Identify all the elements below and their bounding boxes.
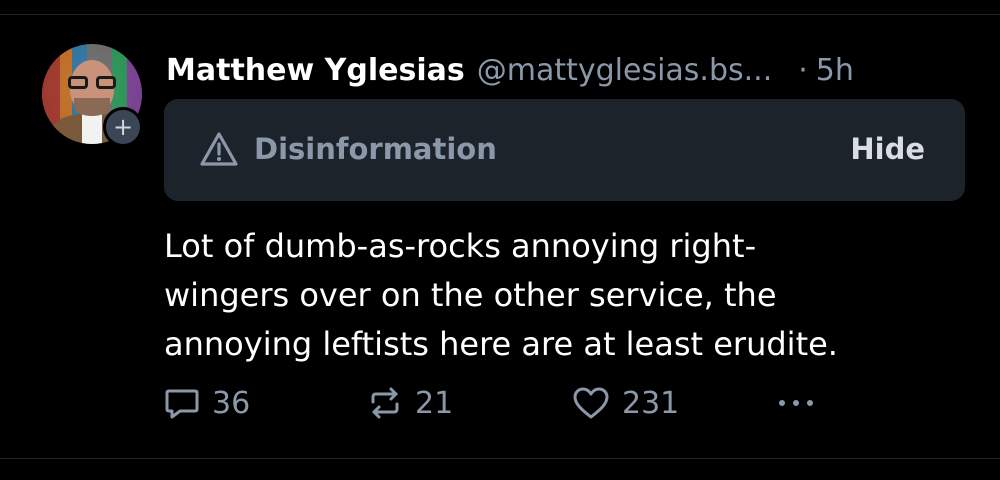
heart-icon	[573, 387, 609, 419]
like-button[interactable]: 231	[572, 380, 679, 426]
post-timestamp[interactable]: 5h	[816, 53, 854, 88]
follow-plus-button[interactable]: +	[103, 107, 143, 147]
warning-triangle-icon	[200, 132, 238, 166]
post-text-line: Lot of dumb-as-rocks annoying right-	[164, 227, 757, 265]
reply-icon	[165, 389, 199, 419]
post-body: Lot of dumb-as-rocks annoying right- win…	[164, 222, 964, 369]
top-divider	[0, 14, 1000, 15]
post-header: Matthew Yglesias @mattyglesias.bs... · 5…	[166, 48, 966, 92]
author-handle[interactable]: @mattyglesias.bs...	[477, 53, 773, 88]
post-actions: 36 21 231	[164, 380, 964, 426]
more-options-button[interactable]	[774, 380, 818, 426]
repost-icon	[371, 387, 399, 419]
author-display-name[interactable]: Matthew Yglesias	[166, 53, 465, 88]
repost-count: 21	[415, 385, 454, 421]
post-text-line: annoying leftists here are at least erud…	[164, 325, 838, 363]
author-avatar[interactable]: +	[42, 44, 143, 147]
hide-button[interactable]: Hide	[850, 129, 925, 169]
separator-dot: ·	[798, 52, 808, 88]
plus-icon: +	[112, 113, 134, 141]
reply-count: 36	[212, 385, 251, 421]
label-text: Disinformation	[254, 132, 497, 166]
more-horizontal-icon	[779, 400, 813, 406]
bottom-divider	[0, 458, 1000, 459]
post-text-line: wingers over on the other service, the	[164, 276, 777, 314]
like-count: 231	[622, 385, 680, 421]
content-warning-label: Disinformation Hide	[164, 99, 965, 201]
repost-button[interactable]: 21	[367, 380, 453, 426]
reply-button[interactable]: 36	[164, 380, 250, 426]
